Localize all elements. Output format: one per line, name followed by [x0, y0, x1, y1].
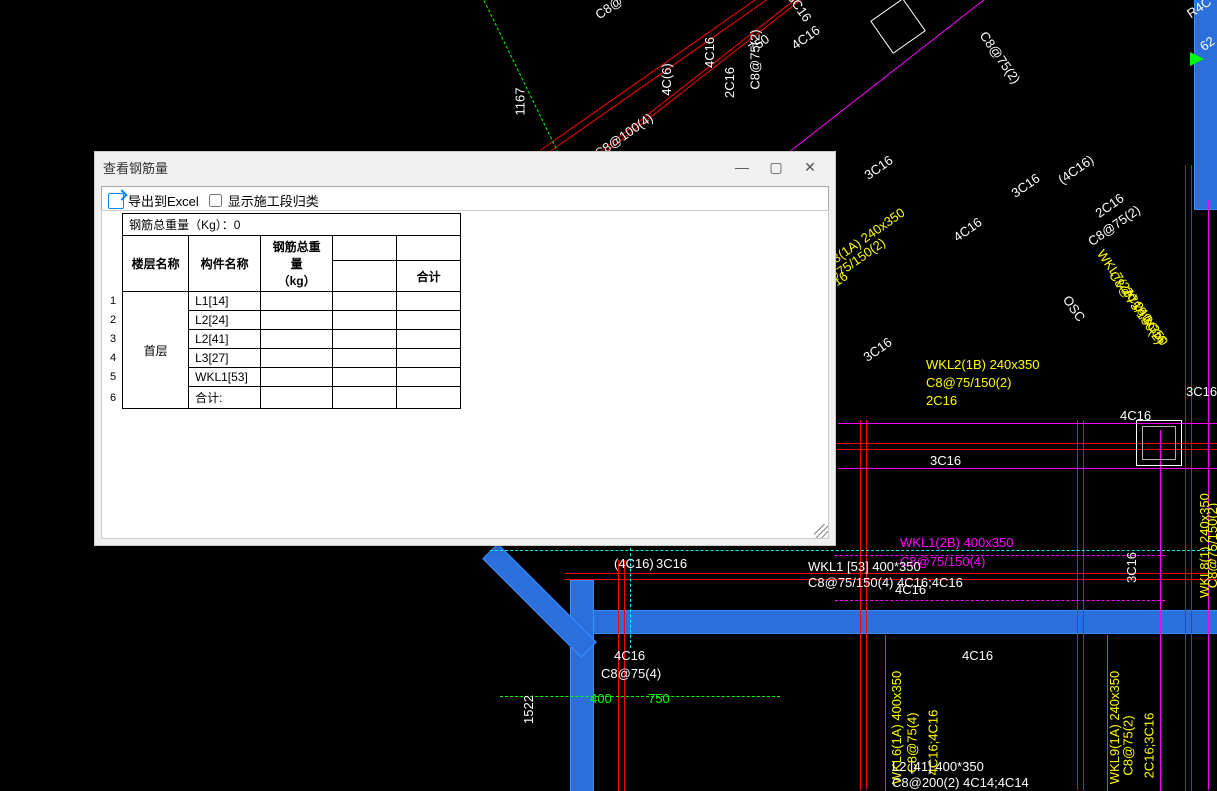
cad-label: WKL1 [53] 400*350 [808, 559, 921, 574]
show-segment-input[interactable] [209, 194, 222, 207]
cad-label: 2C16 [722, 67, 737, 98]
cad-label: 400 [590, 691, 612, 706]
show-segment-checkbox[interactable]: 显示施工段归类 [209, 191, 319, 210]
dialog-titlebar[interactable]: 查看钢筋量 — ▢ ✕ [95, 152, 835, 182]
cad-label: 4C(6) [659, 63, 674, 96]
cad-label: 4C16 [789, 22, 823, 52]
floor-cell: 首层 [123, 292, 189, 409]
cad-label: 2C16;3C16 [1120, 284, 1170, 346]
col-sub-blank [333, 261, 397, 292]
col-blank2 [397, 236, 461, 261]
cad-label: 4C16 [951, 214, 985, 244]
col-weight: 钢筋总重量 （kg） [261, 236, 333, 292]
cad-label: 3C16 [656, 556, 687, 571]
cad-label: C8@75(2) [977, 29, 1024, 87]
cad-label: 3C16 [862, 152, 896, 182]
cad-label: 1522 [521, 695, 536, 724]
rebar-table: 钢筋总重量（Kg）：0 楼层名称 构件名称 钢筋总重量 （kg） 合计 1 [104, 213, 461, 409]
col-blank [333, 236, 397, 261]
cad-label: 2C16 [926, 393, 957, 408]
cad-label: 1167 [512, 88, 527, 116]
cad-label: 3C16 [1186, 384, 1217, 399]
cad-label: (4C16) [1055, 152, 1096, 187]
show-segment-label: 显示施工段归类 [228, 191, 319, 210]
cad-label: OSC [1060, 293, 1088, 325]
cad-label: 4C16 [962, 648, 993, 663]
cad-label: WKL1(2B) 400x350 [900, 535, 1013, 550]
export-excel-button[interactable]: 导出到Excel [108, 191, 199, 210]
cad-label: 3C16 [1124, 552, 1139, 583]
cad-label: C8@75/150(2) [1205, 503, 1217, 588]
cad-label: (4C16) [614, 556, 654, 571]
cad-label: 3C16 [1009, 170, 1043, 200]
dialog-content: 钢筋总重量（Kg）：0 楼层名称 构件名称 钢筋总重量 （kg） 合计 1 [101, 210, 829, 539]
cad-label: 3C16 [861, 334, 895, 364]
maximize-button[interactable]: ▢ [759, 156, 793, 178]
cad-label: L2 [41] 400*350 [892, 759, 984, 774]
table-row[interactable]: 1 首层 L1[14] [104, 292, 461, 311]
export-icon [108, 193, 124, 209]
col-total: 合计 [397, 261, 461, 292]
cad-label: C8@75/150(2) [926, 375, 1011, 390]
cad-label: 2C16;3C16 [1141, 713, 1156, 779]
cad-label: 4C16 [702, 37, 717, 68]
cad-label: C8@75(4) [601, 666, 661, 681]
cad-label: C8@200(2) 4C14;4C14 [892, 775, 1029, 790]
cad-label: C8@75(2) [1121, 715, 1136, 775]
cad-label: 3C16 [784, 0, 814, 25]
cad-label: C8@75/150(4) 4C16;4C16 [808, 575, 963, 590]
export-excel-label: 导出到Excel [128, 191, 199, 210]
col-component: 构件名称 [189, 236, 261, 292]
cad-label: 4C16 [614, 648, 645, 663]
cad-label: C8@ [592, 0, 625, 22]
dialog-title: 查看钢筋量 [103, 158, 168, 177]
cad-label: 3C16 [930, 453, 961, 468]
summary-cell: 钢筋总重量（Kg）：0 [123, 214, 461, 236]
close-button[interactable]: ✕ [793, 156, 827, 178]
minimize-button[interactable]: — [725, 156, 759, 178]
cad-label: WKL2(1B) 240x350 [926, 357, 1039, 372]
cad-label: 750 [648, 691, 670, 706]
resize-grip[interactable] [814, 524, 828, 538]
rebar-quantity-dialog: 查看钢筋量 — ▢ ✕ 导出到Excel 显示施工段归类 钢筋总重量（Kg）：0 [94, 151, 836, 546]
col-floor: 楼层名称 [123, 236, 189, 292]
cad-label: 4C16 [1120, 408, 1151, 423]
